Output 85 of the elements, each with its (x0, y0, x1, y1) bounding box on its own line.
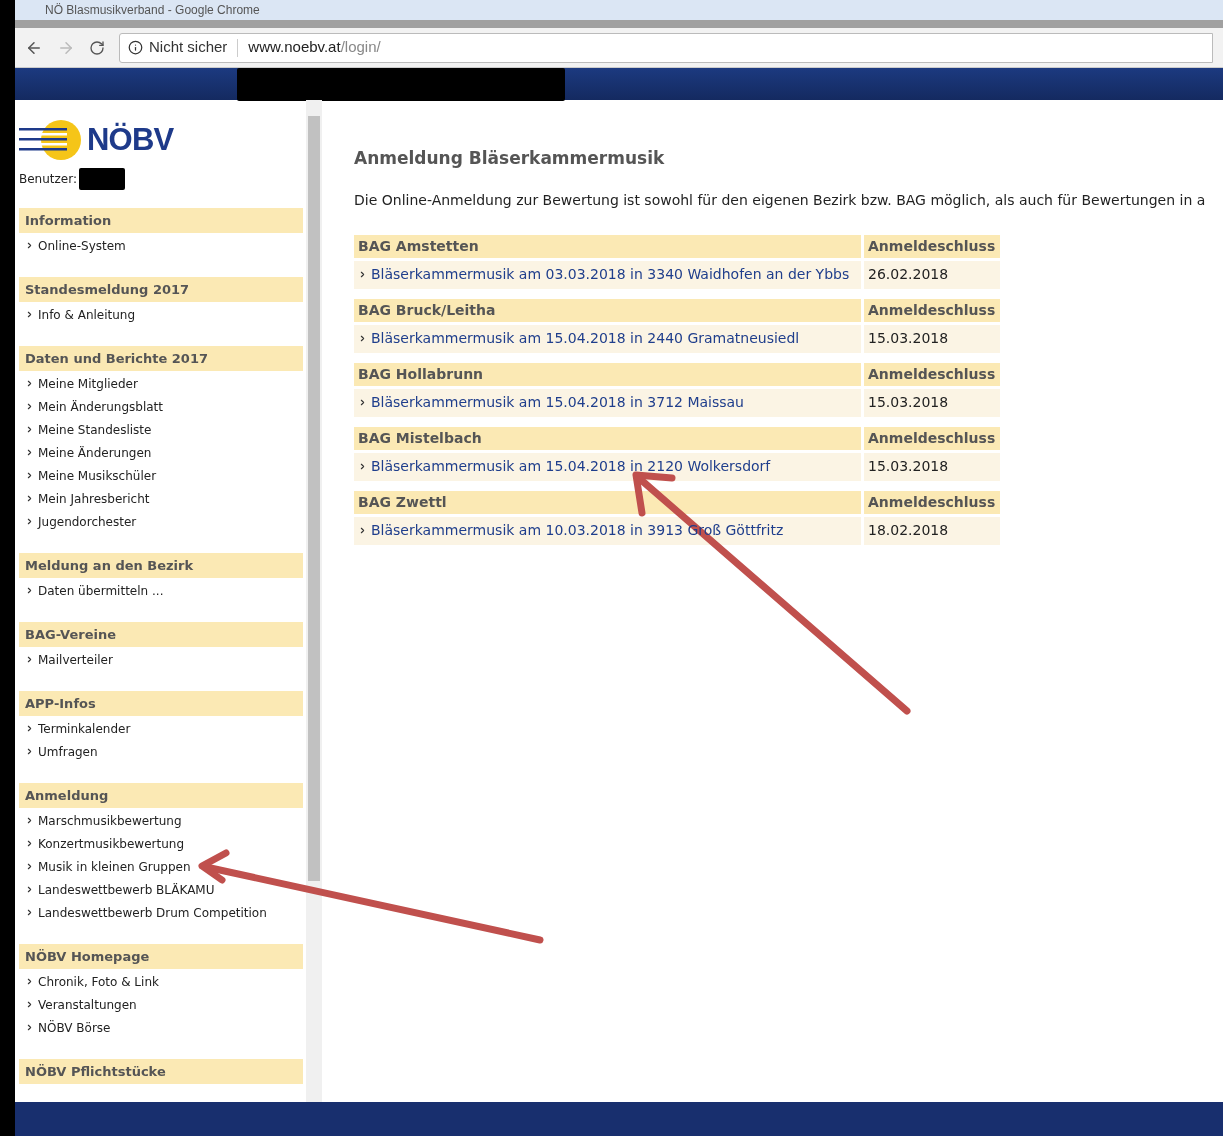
sidebar-link[interactable]: Meine Mitglieder (19, 372, 303, 395)
deadline-cell: 15.03.2018 (864, 388, 1000, 417)
chevron-icon (25, 586, 34, 595)
sidebar-link[interactable]: Veranstaltungen (19, 993, 303, 1016)
sidebar-link[interactable]: Info & Anleitung (19, 303, 303, 326)
chevron-icon (358, 334, 367, 343)
sidebar-link[interactable]: Landeswettbewerb BLÄKAMU (19, 878, 303, 901)
sidebar-link[interactable]: Daten übermitteln ... (19, 579, 303, 602)
chevron-icon (25, 379, 34, 388)
user-label: Benutzer: (19, 171, 77, 188)
group-header: BAG Zwettl (354, 490, 861, 514)
deadline-cell: 26.02.2018 (864, 260, 1000, 289)
chevron-icon (25, 908, 34, 917)
group-header: BAG Mistelbach (354, 426, 861, 450)
chevron-icon (25, 655, 34, 664)
security-label: Nicht sicher (149, 37, 228, 58)
chevron-icon (25, 747, 34, 756)
sidebar-link[interactable]: Musik in kleinen Gruppen (19, 855, 303, 878)
sidebar-link[interactable]: Jugendorchester (19, 510, 303, 533)
section-header: Anmeldung (19, 783, 303, 808)
address-field[interactable]: Nicht sicher www.noebv.at/login/ (119, 32, 1213, 63)
scrollbar-thumb[interactable] (308, 116, 320, 881)
deadline-header: Anmeldeschluss (864, 234, 1000, 258)
sidebar-link[interactable]: Mein Änderungsblatt (19, 395, 303, 418)
chevron-icon (25, 816, 34, 825)
window-title: NÖ Blasmusikverband - Google Chrome (45, 3, 260, 17)
sidebar-link[interactable]: Meine Standesliste (19, 418, 303, 441)
chevron-icon (25, 724, 34, 733)
chevron-icon (25, 1000, 34, 1009)
deadline-cell: 15.03.2018 (864, 324, 1000, 353)
logo-emblem-icon (19, 120, 83, 160)
chevron-icon (25, 241, 34, 250)
chevron-icon (25, 494, 34, 503)
scrollbar[interactable] (306, 100, 322, 1102)
page-heading: Anmeldung Bläserkammermusik (354, 147, 666, 170)
chevron-icon (25, 425, 34, 434)
sidebar-link[interactable]: Terminkalender (19, 717, 303, 740)
sidebar-link[interactable]: Mein Jahresbericht (19, 487, 303, 510)
deadline-cell: 18.02.2018 (864, 516, 1000, 545)
section-header: Standesmeldung 2017 (19, 277, 303, 302)
sidebar-link[interactable]: Mailverteiler (19, 648, 303, 671)
url-text: www.noebv.at/login/ (248, 37, 381, 58)
reload-icon[interactable] (89, 39, 105, 56)
deadline-header: Anmeldeschluss (864, 298, 1000, 322)
chevron-icon (358, 462, 367, 471)
sidebar-link[interactable]: Meine Änderungen (19, 441, 303, 464)
section-header: Information (19, 208, 303, 233)
sidebar-link[interactable]: NÖBV Börse (19, 1016, 303, 1039)
intro-text: Die Online-Anmeldung zur Bewertung ist sowohl für den eigenen Bezirk bzw. BAG möglich, als auch für Bewertungen in a (354, 190, 1207, 210)
section-header: Meldung an den Bezirk (19, 553, 303, 578)
chevron-icon (25, 448, 34, 457)
deadline-header: Anmeldeschluss (864, 426, 1000, 450)
section-header: Daten und Berichte 2017 (19, 346, 303, 371)
section-header: APP-Infos (19, 691, 303, 716)
chevron-icon (25, 885, 34, 894)
nobv-logo[interactable]: NÖBV (19, 118, 303, 162)
chevron-icon (25, 310, 34, 319)
section-header: BAG-Vereine (19, 622, 303, 647)
chevron-icon (25, 471, 34, 480)
sidebar-link[interactable]: Online-System (19, 234, 303, 257)
deadline-header: Anmeldeschluss (864, 490, 1000, 514)
chevron-icon (358, 526, 367, 535)
sidebar-link[interactable]: Chronik, Foto & Link (19, 970, 303, 993)
chevron-icon (25, 1023, 34, 1032)
group-header: BAG Hollabrunn (354, 362, 861, 386)
redaction-block (79, 168, 125, 190)
info-icon (128, 40, 143, 55)
sidebar-link[interactable]: Konzertmusikbewertung (19, 832, 303, 855)
sidebar-link[interactable]: Umfragen (19, 740, 303, 763)
group-header: BAG Amstetten (354, 234, 861, 258)
chevron-icon (25, 517, 34, 526)
deadline-header: Anmeldeschluss (864, 362, 1000, 386)
sidebar-link[interactable]: Meine Musikschüler (19, 464, 303, 487)
chevron-icon (25, 862, 34, 871)
chevron-icon (25, 402, 34, 411)
chevron-icon (25, 839, 34, 848)
deadline-cell: 15.03.2018 (864, 452, 1000, 481)
chevron-icon (358, 270, 367, 279)
sidebar-link[interactable]: Landeswettbewerb Drum Competition (19, 901, 303, 924)
section-header: NÖBV Homepage (19, 944, 303, 969)
chevron-icon (358, 398, 367, 407)
group-header: BAG Bruck/Leitha (354, 298, 861, 322)
chevron-icon (25, 977, 34, 986)
sidebar-link[interactable]: Marschmusikbewertung (19, 809, 303, 832)
section-header: NÖBV Pflichtstücke (19, 1059, 303, 1084)
